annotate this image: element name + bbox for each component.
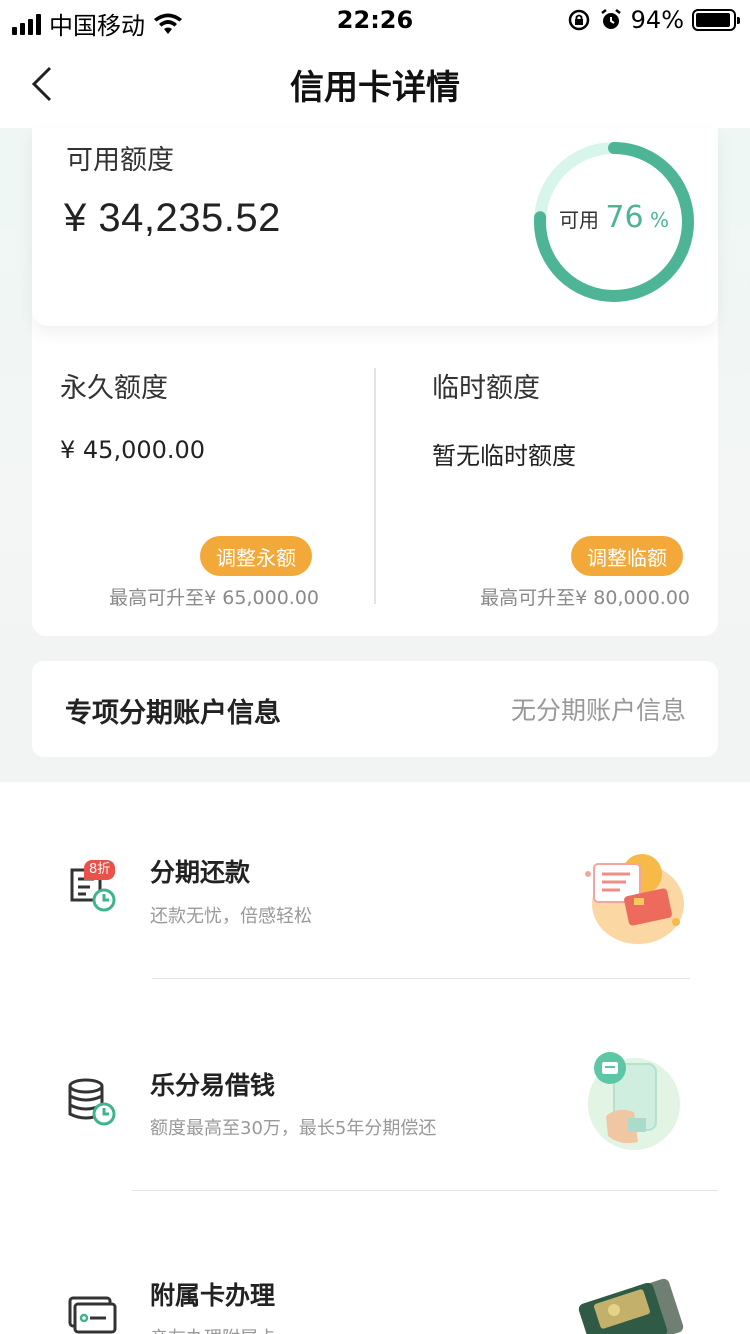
- permanent-limit-value: ¥ 45,000.00: [60, 436, 206, 464]
- ring-percent-sign: %: [649, 208, 669, 232]
- loan-illustration: [588, 1052, 680, 1150]
- nav-bar: 信用卡详情: [0, 40, 750, 128]
- installment-account-value: 无分期账户信息: [510, 696, 686, 725]
- available-percent-ring: 可用 76 %: [532, 140, 696, 304]
- ring-label: 可用: [559, 208, 600, 232]
- card-icon: [68, 1296, 117, 1334]
- battery-icon: [692, 9, 740, 31]
- battery-percent: 94%: [630, 6, 684, 34]
- service-lefenyi-loan[interactable]: 乐分易借钱 额度最高至30万，最长5年分期偿还: [0, 1030, 750, 1180]
- status-right: 94%: [567, 6, 740, 34]
- permanent-max-note: 最高可升至¥ 65,000.00: [109, 587, 319, 609]
- service-title: 分期还款: [150, 858, 251, 887]
- service-supplementary-card[interactable]: 附属卡办理 亲友办理附属卡: [0, 1240, 750, 1334]
- rotation-lock-icon: [568, 9, 589, 31]
- service-title: 附属卡办理: [150, 1281, 276, 1310]
- adjust-temporary-button[interactable]: 调整临额: [571, 536, 683, 576]
- service-installment-repay[interactable]: 分期还款 还款无忧，倍感轻松: [0, 820, 750, 970]
- service-title: 乐分易借钱: [150, 1071, 276, 1100]
- temporary-limit-title: 临时额度: [432, 373, 540, 404]
- installment-account-title: 专项分期账户信息: [65, 698, 281, 729]
- temporary-limit: 临时额度 暂无临时额度: [432, 366, 750, 470]
- installment-illustration: [585, 854, 684, 944]
- ring-text: 可用 76 %: [532, 200, 696, 235]
- alarm-icon: [600, 9, 621, 29]
- service-divider: [132, 1190, 718, 1191]
- coin-stack-icon: [68, 1078, 116, 1126]
- adjust-permanent-button[interactable]: 调整永额: [200, 536, 312, 576]
- available-amount: ¥ 34,235.52: [64, 196, 281, 240]
- status-bar: 中国移动 22:26 94%: [0, 0, 750, 40]
- permanent-limit: 永久额度 ¥ 45,000.00: [60, 366, 380, 464]
- service-desc: 额度最高至30万，最长5年分期偿还: [150, 1118, 437, 1139]
- service-divider: [152, 978, 690, 979]
- service-desc: 亲友办理附属卡: [150, 1324, 276, 1334]
- available-label: 可用额度: [66, 145, 174, 176]
- discount-badge: 8折: [84, 860, 116, 880]
- permanent-limit-title: 永久额度: [60, 373, 168, 404]
- card-illustration: [578, 1278, 684, 1334]
- installment-account-row[interactable]: 专项分期账户信息 无分期账户信息: [32, 661, 718, 757]
- temporary-limit-value: 暂无临时额度: [432, 442, 576, 470]
- service-desc: 还款无忧，倍感轻松: [150, 906, 312, 927]
- limits-divider: [374, 368, 376, 604]
- page-title: 信用卡详情: [290, 68, 460, 108]
- temporary-max-note: 最高可升至¥ 80,000.00: [480, 587, 690, 609]
- ring-percent: 76: [605, 200, 644, 235]
